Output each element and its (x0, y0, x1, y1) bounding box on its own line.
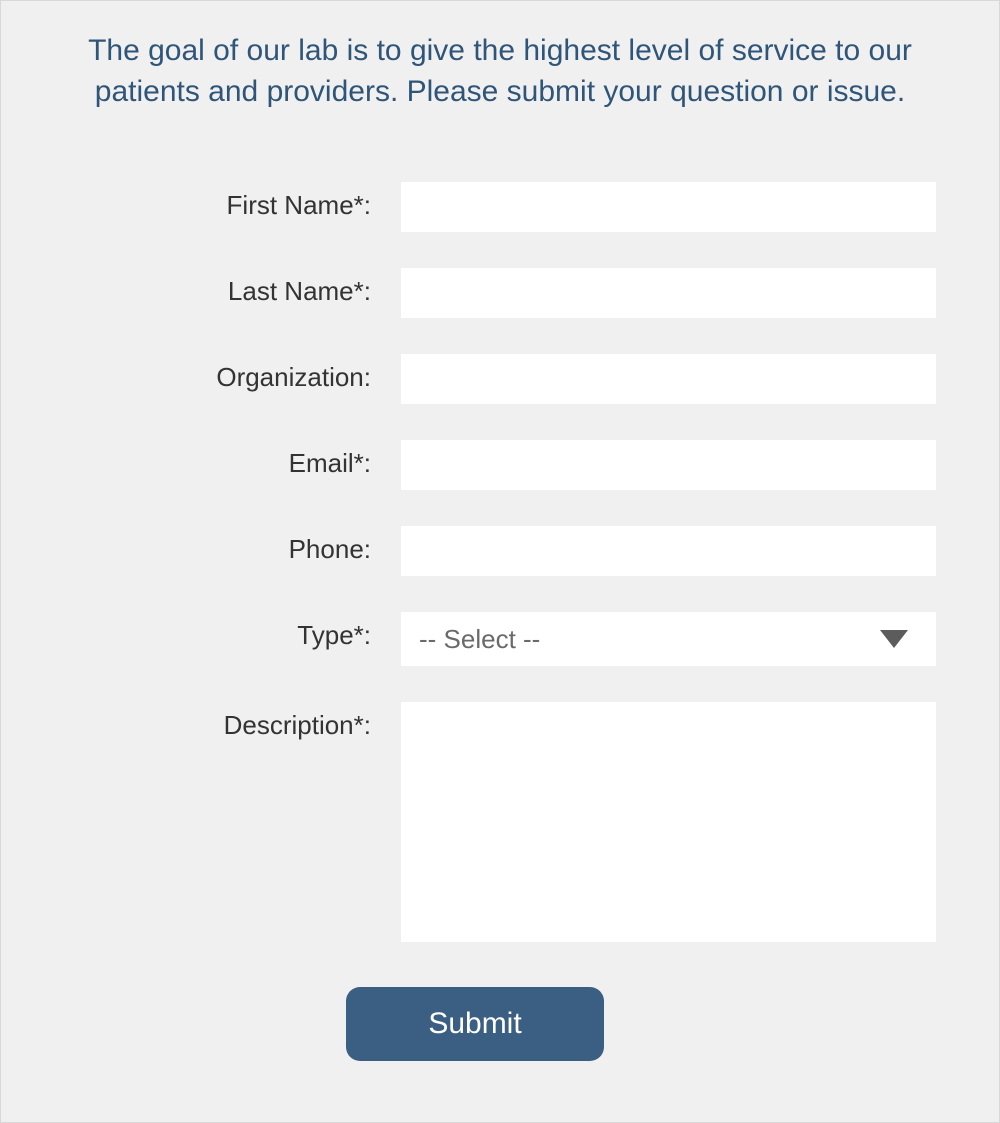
row-first-name: First Name*: (51, 182, 949, 232)
wrap-email (401, 440, 936, 490)
wrap-phone (401, 526, 936, 576)
row-type: Type*: -- Select -- (51, 612, 949, 666)
email-input[interactable] (401, 440, 936, 490)
description-textarea[interactable] (401, 702, 936, 942)
wrap-last-name (401, 268, 936, 318)
submit-row: Submit (51, 987, 949, 1061)
label-last-name: Last Name*: (51, 268, 401, 307)
label-type: Type*: (51, 612, 401, 651)
last-name-input[interactable] (401, 268, 936, 318)
wrap-first-name (401, 182, 936, 232)
row-organization: Organization: (51, 354, 949, 404)
type-select-wrap[interactable]: -- Select -- (401, 612, 936, 666)
phone-input[interactable] (401, 526, 936, 576)
label-email: Email*: (51, 440, 401, 479)
wrap-type: -- Select -- (401, 612, 936, 666)
wrap-organization (401, 354, 936, 404)
intro-text: The goal of our lab is to give the highe… (51, 31, 949, 112)
submit-button[interactable]: Submit (346, 987, 603, 1061)
label-phone: Phone: (51, 526, 401, 565)
label-description: Description*: (51, 702, 401, 741)
form-container: The goal of our lab is to give the highe… (0, 0, 1000, 1123)
label-first-name: First Name*: (51, 182, 401, 221)
first-name-input[interactable] (401, 182, 936, 232)
label-organization: Organization: (51, 354, 401, 393)
row-description: Description*: (51, 702, 949, 947)
row-email: Email*: (51, 440, 949, 490)
type-select[interactable]: -- Select -- (401, 612, 936, 666)
organization-input[interactable] (401, 354, 936, 404)
row-phone: Phone: (51, 526, 949, 576)
wrap-description (401, 702, 936, 947)
row-last-name: Last Name*: (51, 268, 949, 318)
